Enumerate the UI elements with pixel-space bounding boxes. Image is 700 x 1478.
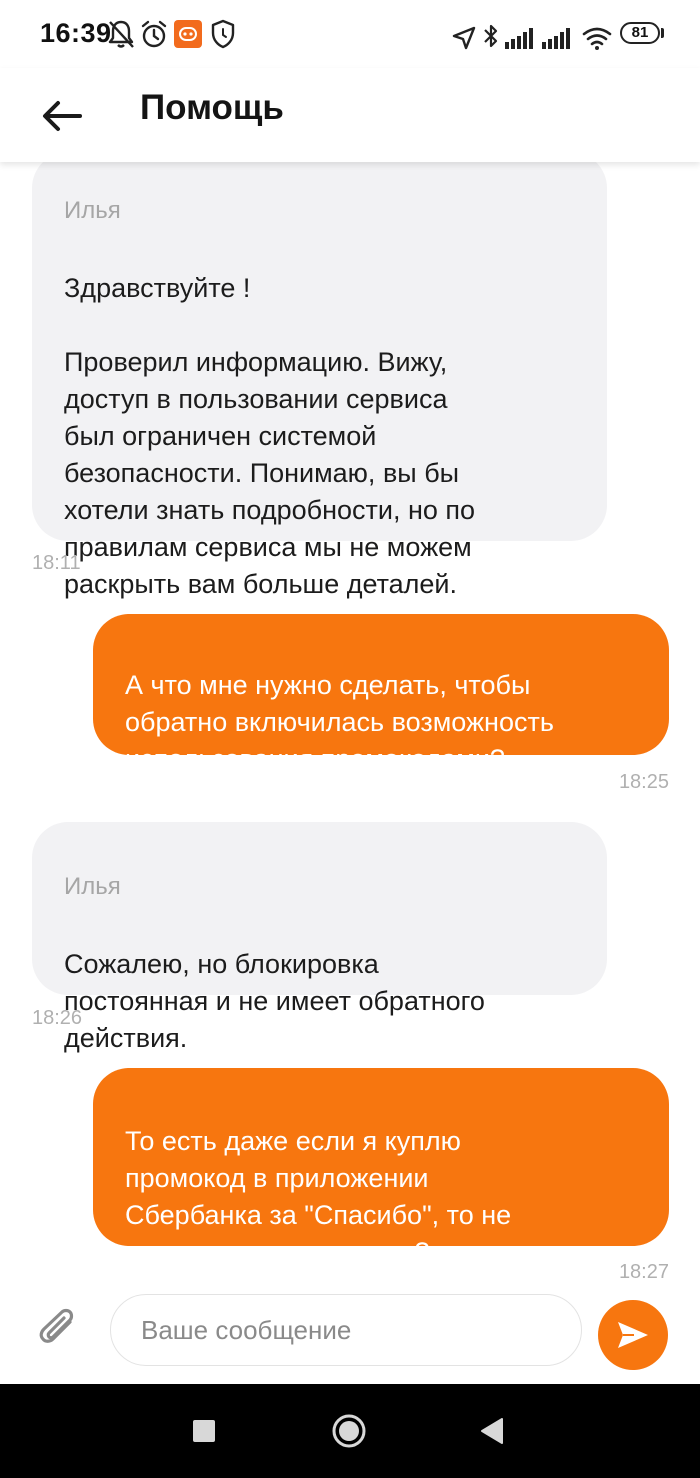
signal-icon <box>542 28 570 49</box>
sender-name: Илья <box>64 197 121 224</box>
bluetooth-icon <box>484 24 498 48</box>
message-text: То есть даже если я куплю промокод в при… <box>125 1126 512 1267</box>
back-triangle-icon <box>481 1418 503 1444</box>
status-time: 16:39 <box>40 18 112 48</box>
battery-level: 81 <box>631 24 649 41</box>
bell-off-icon <box>108 20 134 48</box>
message-time: 18:25 <box>618 771 669 793</box>
wifi-icon <box>582 27 612 50</box>
chat-area[interactable]: Илья Здравствуйте ! Проверил информацию.… <box>0 162 700 1280</box>
outgoing-message: То есть даже если я куплю промокод в при… <box>93 1068 669 1267</box>
recent-apps-icon <box>193 1420 215 1442</box>
location-arrow-icon <box>452 26 476 50</box>
outgoing-message: А что мне нужно сделать, чтобы обратно в… <box>93 614 669 774</box>
sender-name: Илья <box>64 873 121 900</box>
message-text: Сожалею, но блокировка постоянная и не и… <box>64 949 485 1053</box>
recent-apps-button[interactable] <box>193 1420 215 1442</box>
arrow-left-icon <box>43 101 82 131</box>
send-button[interactable] <box>598 1300 668 1370</box>
mi-app-icon <box>174 20 202 48</box>
back-button[interactable] <box>30 86 90 146</box>
message-text: А что мне нужно сделать, чтобы обратно в… <box>125 670 554 774</box>
alarm-icon <box>141 20 167 48</box>
message-text: Здравствуйте ! Проверил информацию. Вижу… <box>64 273 476 599</box>
message-composer <box>0 1280 700 1384</box>
battery-icon: 81 <box>620 22 660 44</box>
home-icon <box>332 1414 366 1448</box>
home-button[interactable] <box>331 1413 367 1449</box>
message-time: 18:26 <box>32 1007 83 1029</box>
incoming-message: Илья Здравствуйте ! Проверил информацию.… <box>32 162 607 599</box>
back-nav-button[interactable] <box>480 1417 504 1445</box>
signal-icon <box>505 28 533 49</box>
message-time: 18:27 <box>618 1261 669 1280</box>
message-input[interactable] <box>110 1294 582 1366</box>
send-icon <box>618 1322 648 1348</box>
battery-tip <box>661 28 664 38</box>
message-time: 18:11 <box>32 552 81 574</box>
shield-icon <box>211 19 235 49</box>
paperclip-icon <box>39 1308 74 1343</box>
status-bar: 16:39 81 <box>0 0 700 68</box>
system-nav-bar <box>0 1384 700 1478</box>
app-header: Помощь <box>0 68 700 162</box>
page-title: Помощь <box>140 88 284 127</box>
incoming-message: Илья Сожалею, но блокировка постоянная и… <box>32 822 607 1053</box>
attach-button[interactable] <box>36 1306 84 1354</box>
